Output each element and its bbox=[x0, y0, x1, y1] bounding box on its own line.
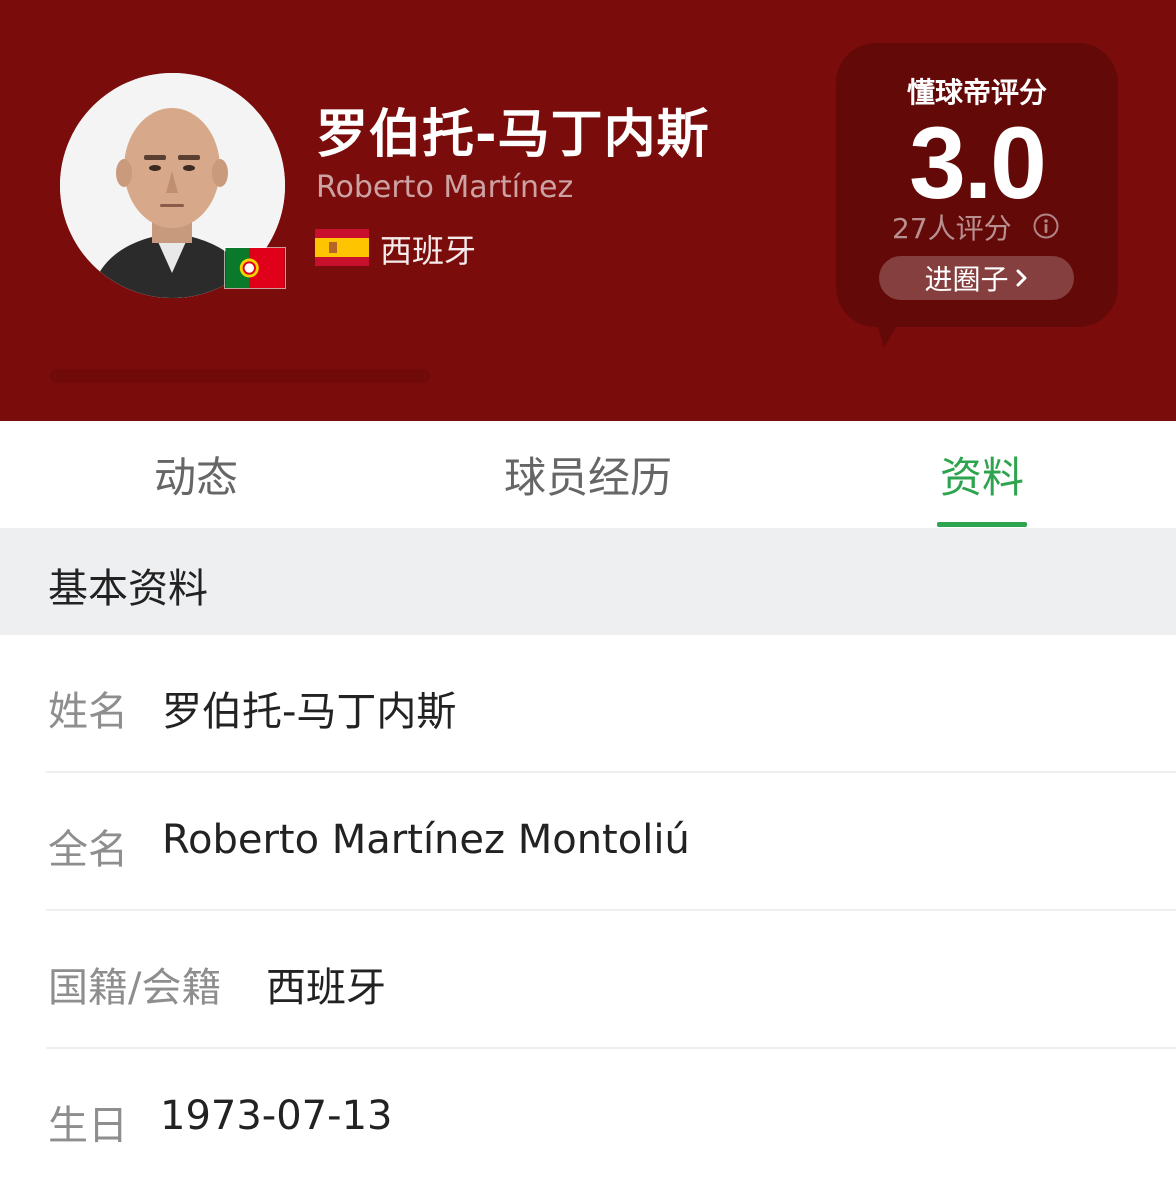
tab-news[interactable]: 动态 bbox=[96, 421, 296, 528]
coach-profile-page: 罗伯托-马丁内斯 Roberto Martínez 西班牙 懂球帝评分 3.0 … bbox=[0, 0, 1176, 1184]
watermark-decoration bbox=[50, 369, 430, 383]
row-value: 1973-07-13 bbox=[160, 1093, 393, 1139]
info-row-birthday: 生日 1973-07-13 bbox=[0, 1049, 1176, 1184]
chevron-right-icon bbox=[1016, 269, 1026, 287]
nationality-label: 西班牙 bbox=[380, 232, 477, 270]
row-value: 西班牙 bbox=[266, 965, 386, 1011]
info-icon[interactable] bbox=[1033, 213, 1059, 239]
info-row-fullname: 全名 Roberto Martínez Montoliú bbox=[0, 773, 1176, 911]
rating-score: 3.0 bbox=[909, 106, 1047, 220]
tab-profile[interactable]: 资料 bbox=[882, 421, 1082, 528]
row-label: 生日 bbox=[48, 1103, 128, 1149]
section-header: 基本资料 bbox=[0, 528, 1176, 635]
enter-circle-label: 进圈子 bbox=[924, 263, 1009, 296]
row-value: Roberto Martínez Montoliú bbox=[162, 817, 690, 863]
info-row-name: 姓名 罗伯托-马丁内斯 bbox=[0, 635, 1176, 773]
info-row-nationality: 国籍/会籍 西班牙 bbox=[0, 911, 1176, 1049]
row-label: 全名 bbox=[48, 827, 128, 873]
rating-count: 27人评分 bbox=[892, 212, 1012, 245]
portugal-flag-icon bbox=[224, 247, 286, 289]
row-label: 姓名 bbox=[48, 689, 128, 735]
coach-name-cn: 罗伯托-马丁内斯 bbox=[316, 105, 710, 165]
enter-circle-button[interactable]: 进圈子 bbox=[879, 256, 1074, 300]
tab-career[interactable]: 球员经历 bbox=[438, 421, 738, 528]
profile-header: 罗伯托-马丁内斯 Roberto Martínez 西班牙 懂球帝评分 3.0 … bbox=[0, 0, 1176, 421]
rating-card: 懂球帝评分 3.0 27人评分 进圈子 bbox=[836, 43, 1118, 327]
active-tab-indicator bbox=[937, 522, 1027, 527]
rating-title: 懂球帝评分 bbox=[906, 76, 1047, 109]
spain-flag-icon bbox=[315, 229, 369, 266]
section-title: 基本资料 bbox=[48, 566, 208, 612]
tab-bar: 动态 球员经历 资料 bbox=[0, 421, 1176, 528]
coach-name-en: Roberto Martínez bbox=[316, 170, 574, 205]
row-label: 国籍/会籍 bbox=[48, 965, 222, 1011]
rating-card-tail bbox=[876, 320, 900, 348]
row-value: 罗伯托-马丁内斯 bbox=[162, 689, 457, 735]
